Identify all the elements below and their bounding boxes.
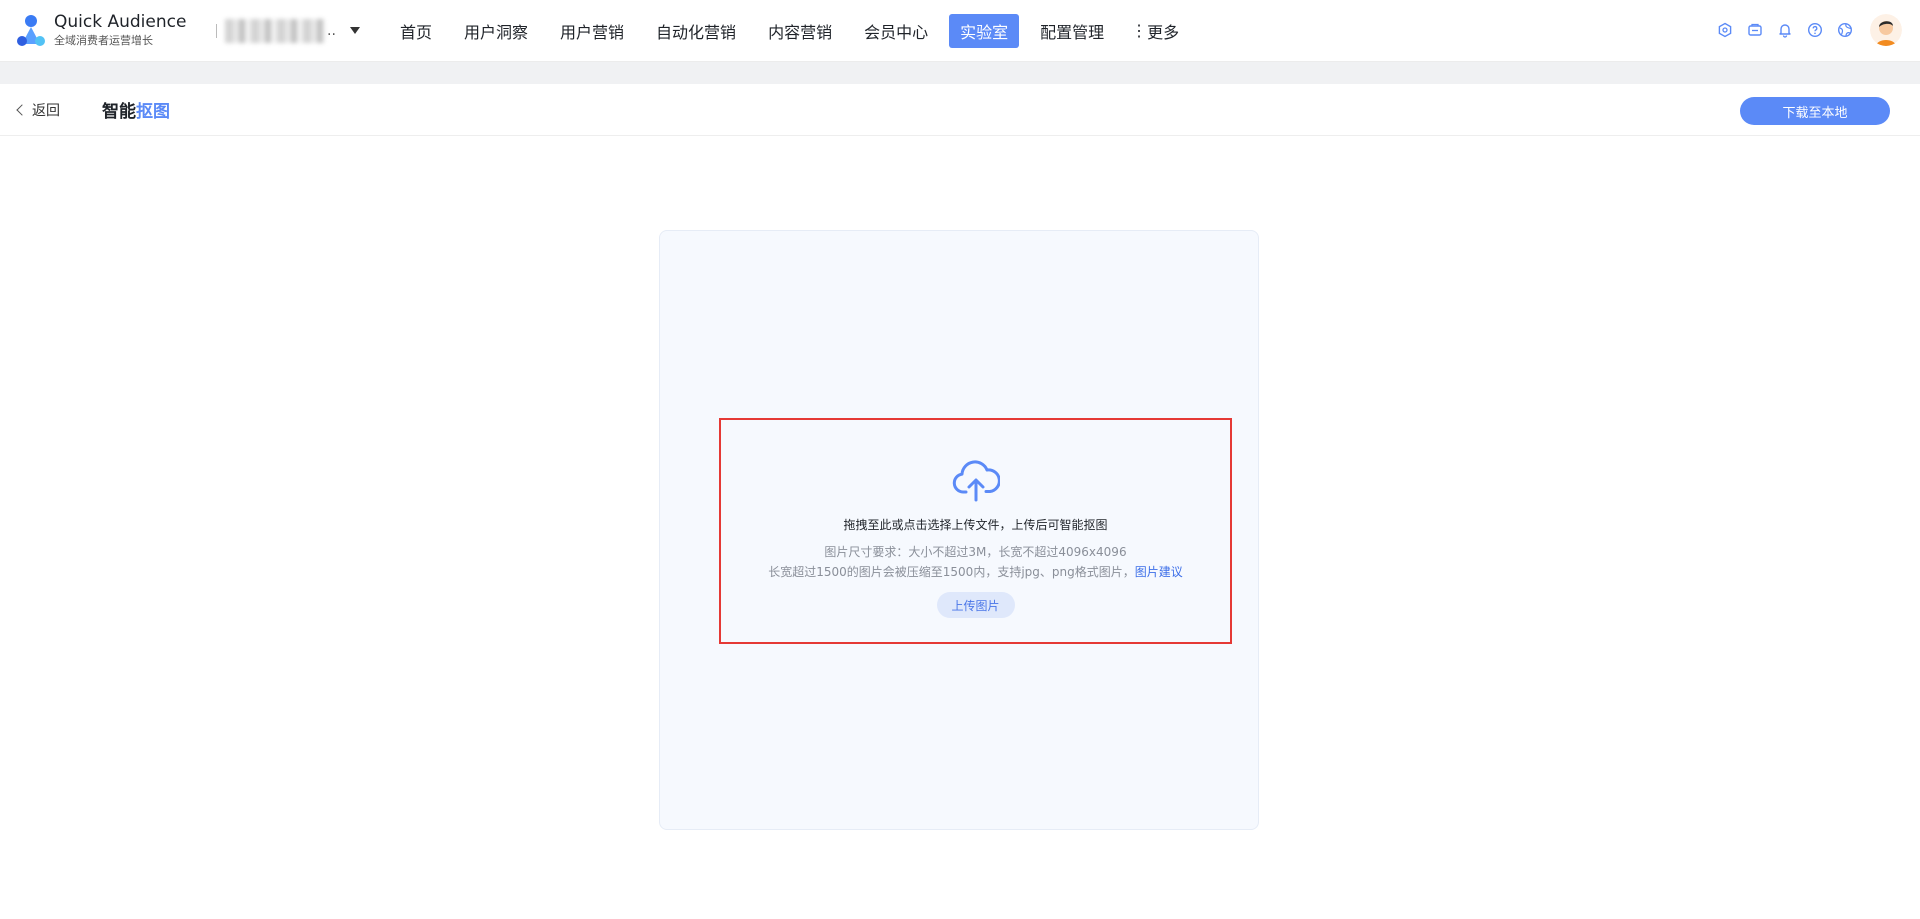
upload-requirement-format-text: 长宽超过1500的图片会被压缩至1500内，支持jpg、png格式图片， [768, 565, 1135, 579]
caret-down-icon[interactable] [349, 27, 360, 34]
nav-item-home[interactable]: 首页 [389, 14, 443, 48]
chevron-left-icon [16, 104, 28, 116]
nav-item-content-marketing[interactable]: 内容营销 [757, 14, 843, 48]
nav-item-user-insight[interactable]: 用户洞察 [453, 14, 539, 48]
globe-icon[interactable] [1836, 21, 1854, 39]
nav-item-lab[interactable]: 实验室 [949, 13, 1020, 48]
quick-audience-logo-icon [17, 14, 45, 46]
back-label: 返回 [32, 102, 60, 119]
workspace-divider [216, 23, 217, 38]
page-title-part2: 抠图 [136, 102, 170, 122]
nav-more[interactable]: ⋮ 更多 [1125, 14, 1185, 48]
brand-subtitle: 全域消费者运营增长 [54, 33, 153, 47]
nav-more-label: 更多 [1147, 22, 1180, 42]
cloud-upload-icon [952, 460, 1000, 502]
upload-requirement-format: 长宽超过1500的图片会被压缩至1500内，支持jpg、png格式图片，图片建议 [768, 563, 1183, 580]
top-navigation-bar: Quick Audience 全域消费者运营增长 .. 首页 用户洞察 用户营销… [0, 0, 1920, 62]
user-avatar[interactable] [1870, 14, 1902, 46]
help-icon[interactable] [1806, 21, 1824, 39]
nav-item-automation-marketing[interactable]: 自动化营销 [645, 14, 747, 48]
brand[interactable]: Quick Audience 全域消费者运营增长 [16, 13, 196, 47]
workspace-name-masked [225, 18, 325, 43]
nav-item-user-marketing[interactable]: 用户营销 [549, 14, 635, 48]
page-title: 智能抠图 [102, 97, 170, 122]
upload-image-button[interactable]: 上传图片 [936, 592, 1015, 618]
top-right-toolbar [1704, 14, 1902, 46]
nav-item-member-center[interactable]: 会员中心 [853, 14, 939, 48]
main-menu: 首页 用户洞察 用户营销 自动化营销 内容营销 会员中心 实验室 配置管理 ⋮ … [389, 0, 1185, 62]
workspace-selector[interactable]: .. [216, 16, 361, 46]
download-to-local-button[interactable]: 下载至本地 [1740, 97, 1890, 125]
upload-instruction: 拖拽至此或点击选择上传文件，上传后可智能抠图 [843, 518, 1108, 532]
page-title-part1: 智能 [102, 102, 136, 122]
bell-icon[interactable] [1776, 21, 1794, 39]
image-suggestion-link[interactable]: 图片建议 [1135, 565, 1183, 579]
brand-name: Quick Audience [54, 12, 187, 33]
app-store-icon[interactable] [1716, 21, 1734, 39]
nav-item-config-management[interactable]: 配置管理 [1029, 14, 1115, 48]
upload-dropzone[interactable]: 拖拽至此或点击选择上传文件，上传后可智能抠图 图片尺寸要求：大小不超过3M，长宽… [719, 418, 1232, 644]
more-dots-icon: ⋮ [1131, 21, 1147, 40]
back-button[interactable]: 返回 [16, 100, 60, 120]
page-header: 返回 智能抠图 下载至本地 [0, 84, 1920, 136]
content-top-band [0, 62, 1920, 84]
workspace-ellipsis: .. [327, 22, 336, 39]
message-box-icon[interactable] [1746, 21, 1764, 39]
upload-requirement-size: 图片尺寸要求：大小不超过3M，长宽不超过4096x4096 [824, 545, 1127, 559]
